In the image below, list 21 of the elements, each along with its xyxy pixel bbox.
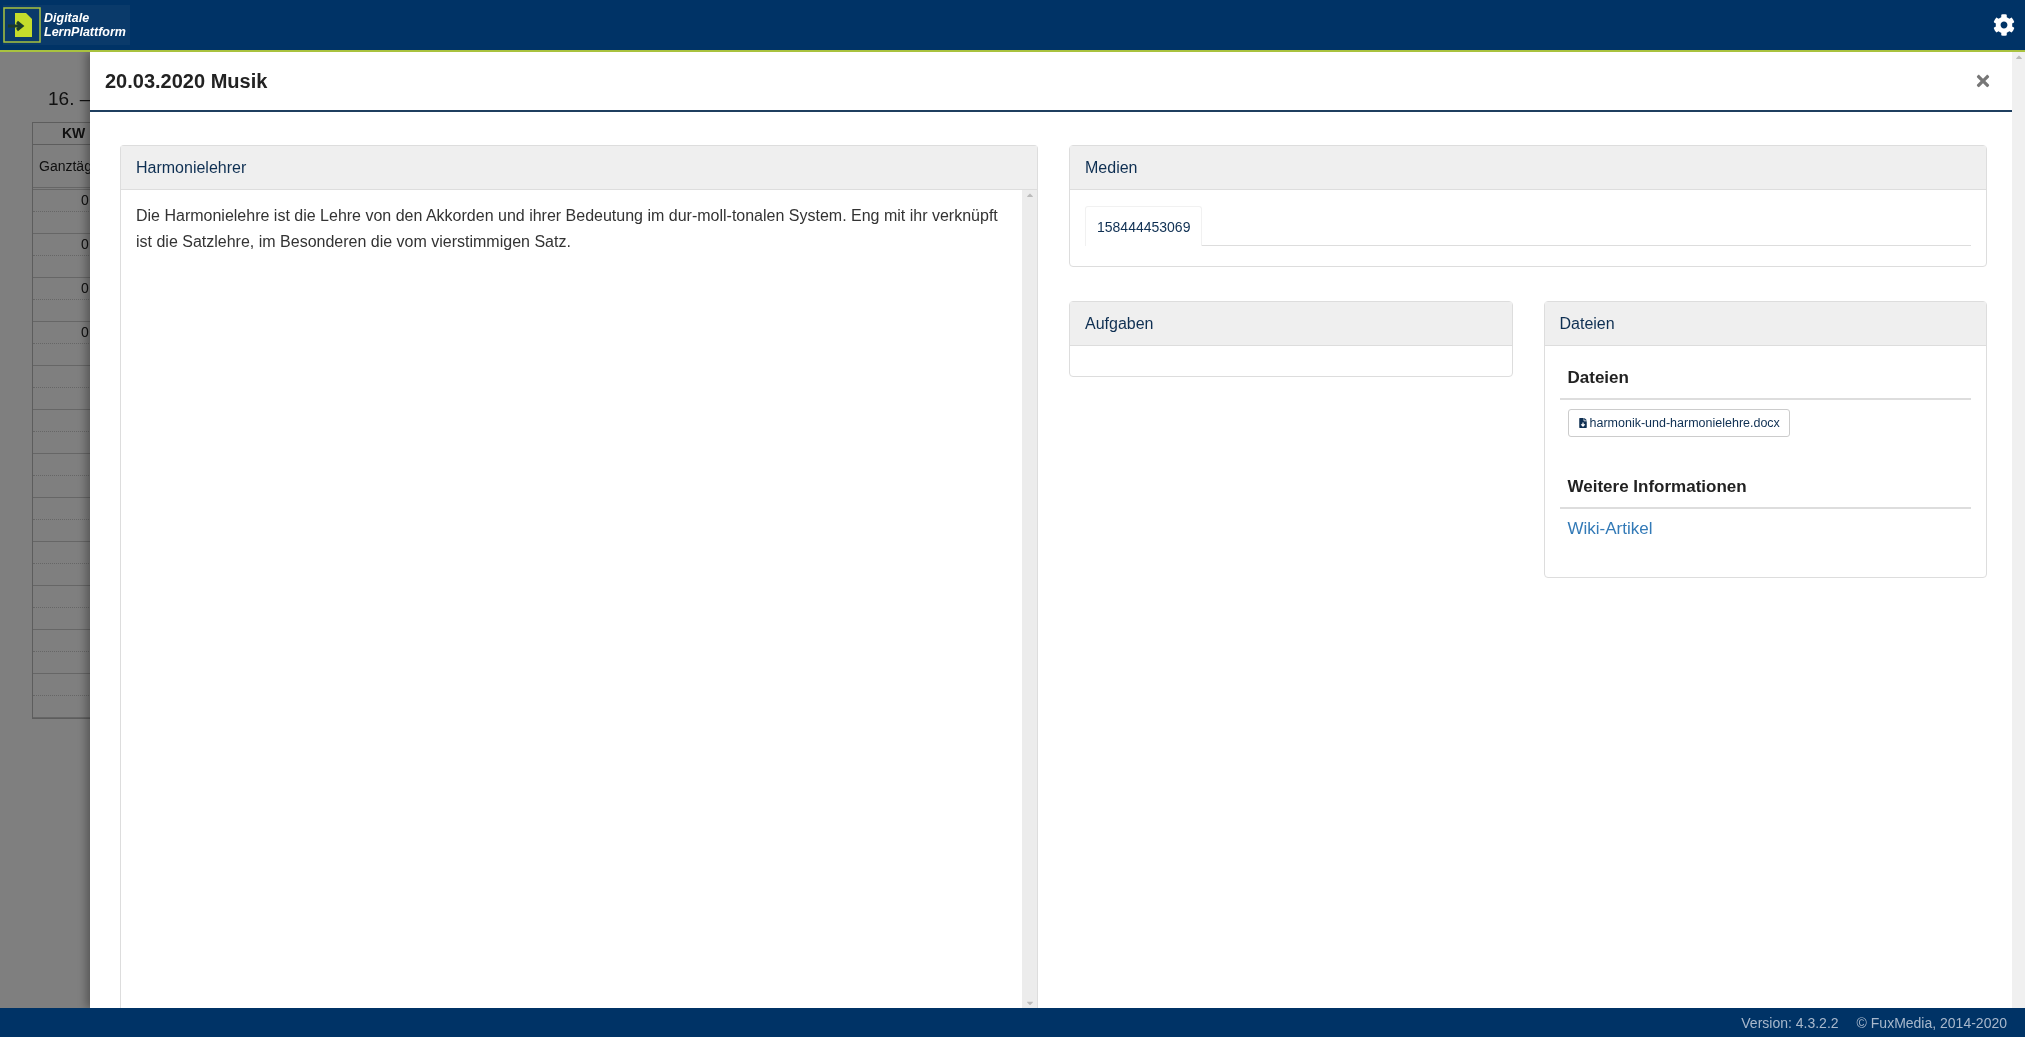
week-heading: 16. – <box>48 88 92 110</box>
file-download-button[interactable]: harmonik-und-harmonielehre.docx <box>1567 409 1790 437</box>
logo[interactable]: Digitale LernPlattform <box>3 5 130 45</box>
section-heading: Weitere Informationen <box>1559 477 1971 509</box>
version-text: Version: 4.3.2.2 <box>1741 1014 1839 1031</box>
logo-text: Digitale LernPlattform <box>44 11 126 39</box>
panel-heading: Dateien <box>1544 302 1986 346</box>
panel-heading: Aufgaben <box>1070 302 1512 346</box>
modal-title: 20.03.2020 Musik <box>105 69 268 93</box>
section-heading: Dateien <box>1559 368 1971 400</box>
panel-heading: Medien <box>1070 146 1986 190</box>
panel-heading: Harmonielehrer <box>121 146 1037 190</box>
copyright-text: © FuxMedia, 2014-2020 <box>1856 1014 2007 1031</box>
wiki-link[interactable]: Wiki-Artikel <box>1567 519 1653 539</box>
logo-icon <box>3 7 41 43</box>
media-tab[interactable]: 158444453069 <box>1085 206 1203 246</box>
file-download-icon <box>1577 418 1588 428</box>
close-button[interactable] <box>1974 72 1992 90</box>
settings-icon[interactable] <box>1993 14 2015 36</box>
scrollbar[interactable] <box>1022 190 1037 1008</box>
scrollbar[interactable] <box>2012 52 2025 1008</box>
